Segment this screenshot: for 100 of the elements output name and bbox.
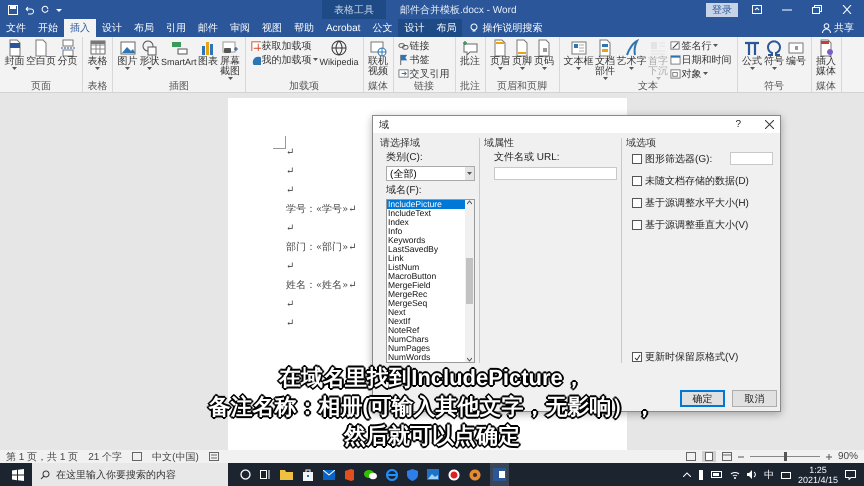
field-name-list[interactable]: IncludePicture IncludeText Index Info Keywords LastSavedBy Link ListNum MacroButton MergeField MergeRec MergeSeq Next NextIf NoteRef NumChars NumPages NumWords — [386, 199, 475, 363]
windows-logo-icon[interactable] — [12, 468, 24, 480]
slider-thumb[interactable] — [784, 452, 787, 461]
ribbon-tab[interactable]: 视图 — [256, 19, 288, 37]
filter-input[interactable] — [730, 152, 773, 165]
record-icon[interactable] — [448, 468, 460, 480]
ribbon-button[interactable]: 公式 — [742, 38, 763, 70]
ribbon-tab[interactable]: 公文 — [366, 19, 398, 37]
notification-icon[interactable] — [845, 470, 856, 480]
ribbon-button[interactable]: 符号 — [764, 38, 785, 70]
dialog-button[interactable]: 确定 — [680, 390, 725, 407]
ribbon-button[interactable]: 书签 — [398, 53, 451, 66]
checkbox[interactable]: 更新时保留原格式(V) — [632, 351, 773, 363]
list-item[interactable]: IncludeText — [387, 209, 465, 218]
list-item[interactable]: MergeRec — [387, 290, 465, 299]
ribbon-tab[interactable]: 审阅 — [224, 19, 256, 37]
web-layout-icon[interactable] — [722, 452, 732, 461]
ribbon-tab[interactable]: 布局 — [430, 19, 462, 37]
chat-bubbles-icon[interactable] — [364, 469, 377, 480]
speaker-icon[interactable] — [746, 470, 757, 479]
ribbon-button[interactable]: 批注 — [460, 38, 481, 67]
ribbon-button[interactable]: 分页 — [57, 38, 78, 67]
ribbon-tab[interactable]: 设计 — [96, 19, 128, 37]
ribbon-button[interactable]: 页眉 — [490, 38, 511, 70]
ribbon-button[interactable]: Wikipedia — [320, 38, 359, 67]
list-item[interactable]: NextIf — [387, 317, 465, 326]
ribbon-tab[interactable]: 邮件 — [192, 19, 224, 37]
checkbox[interactable]: 未随文档存储的数据(D) — [632, 175, 749, 187]
ribbon-tab[interactable]: Acrobat — [320, 19, 366, 37]
ribbon-button[interactable]: 编号 — [786, 38, 807, 67]
tell-me-search[interactable]: 操作说明搜索 — [462, 19, 542, 37]
list-item[interactable]: IncludePicture — [387, 200, 465, 209]
shield-icon[interactable] — [407, 468, 418, 480]
ribbon-button[interactable]: 链接 — [398, 39, 451, 52]
ribbon-button[interactable]: 图表 — [198, 38, 219, 67]
list-item[interactable]: Link — [387, 254, 465, 263]
redo-icon[interactable] — [40, 4, 50, 14]
list-item[interactable]: MergeSeq — [387, 299, 465, 308]
scroll-up-icon[interactable] — [467, 200, 472, 205]
dialog-button[interactable]: 取消 — [732, 390, 777, 407]
ribbon-display-icon[interactable] — [752, 5, 762, 14]
scrollbar-thumb[interactable] — [466, 258, 473, 304]
zoom-level[interactable]: 90% — [838, 451, 858, 462]
list-item[interactable]: Keywords — [387, 236, 465, 245]
battery-icon[interactable] — [710, 471, 723, 478]
browser-e-icon[interactable] — [386, 468, 398, 480]
print-layout-icon[interactable] — [702, 451, 716, 462]
taskbar-search-field[interactable]: 在这里输入你要搜索的内容 — [32, 463, 228, 486]
scroll-down-icon[interactable] — [467, 357, 472, 362]
close-icon[interactable] — [765, 120, 774, 129]
list-item[interactable]: MergeField — [387, 281, 465, 290]
ribbon-button[interactable]: 联机视频 — [368, 38, 389, 77]
list-item[interactable]: Next — [387, 308, 465, 317]
proofing-icon[interactable] — [132, 452, 142, 461]
device-icon[interactable] — [698, 470, 704, 480]
ribbon-button[interactable]: 页码 — [534, 38, 555, 70]
list-item[interactable]: NumWords — [387, 353, 465, 362]
ribbon-tab[interactable]: 开始 — [32, 19, 64, 37]
ribbon-button[interactable]: 对象 — [670, 67, 733, 80]
mail-icon[interactable] — [323, 470, 335, 480]
ribbon-button[interactable]: 图片 — [117, 38, 138, 70]
folder-icon[interactable] — [280, 469, 293, 480]
restore-icon[interactable] — [812, 5, 822, 14]
save-icon[interactable] — [8, 4, 18, 14]
music-disc-icon[interactable] — [469, 468, 481, 480]
task-view-icon[interactable] — [260, 469, 271, 480]
undo-icon[interactable] — [24, 4, 34, 14]
category-dropdown[interactable]: (全部) — [386, 166, 475, 181]
ribbon-button[interactable]: 艺术字 — [616, 38, 647, 70]
ribbon-button[interactable]: 交叉引用 — [398, 67, 451, 80]
zoom-out-icon[interactable] — [738, 454, 744, 460]
macro-icon[interactable] — [208, 452, 219, 461]
login-button[interactable]: 登录 — [706, 2, 738, 16]
ribbon-tab[interactable]: 引用 — [160, 19, 192, 37]
list-item[interactable]: NoteRef — [387, 326, 465, 335]
ribbon-button[interactable]: 我的加载项 — [250, 53, 319, 66]
ribbon-button[interactable]: 屏幕截图 — [220, 38, 241, 80]
ribbon-button[interactable]: 文档部件 — [594, 38, 616, 80]
share-button[interactable]: 共享 — [822, 19, 864, 37]
ribbon-button[interactable]: SmartArt — [161, 38, 197, 67]
customize-caret-icon[interactable] — [56, 6, 62, 12]
list-item[interactable]: NumChars — [387, 335, 465, 344]
ribbon-tab[interactable]: 帮助 — [288, 19, 320, 37]
office-icon[interactable] — [344, 468, 355, 480]
checkbox[interactable]: 图形筛选器(G): — [632, 152, 712, 164]
ribbon-button[interactable]: 文本框 — [564, 38, 594, 70]
url-input[interactable] — [494, 167, 617, 180]
list-item[interactable]: NumPages — [387, 344, 465, 353]
word-app-button[interactable] — [490, 463, 509, 486]
ribbon-button[interactable]: 页脚 — [512, 38, 533, 70]
chevron-up-icon[interactable] — [682, 472, 691, 477]
ribbon-button[interactable]: 形状 — [139, 38, 160, 70]
shopping-bag-icon[interactable] — [302, 468, 314, 480]
checkbox[interactable]: 基于源调整垂直大小(V) — [632, 219, 748, 231]
ribbon-button[interactable]: 表格 — [87, 38, 108, 70]
ribbon-tab[interactable]: 插入 — [64, 19, 96, 37]
wifi-icon[interactable] — [730, 470, 740, 479]
list-item[interactable]: Index — [387, 218, 465, 227]
photos-icon[interactable] — [427, 469, 439, 480]
language-status[interactable]: 中文(中国) — [152, 450, 199, 464]
